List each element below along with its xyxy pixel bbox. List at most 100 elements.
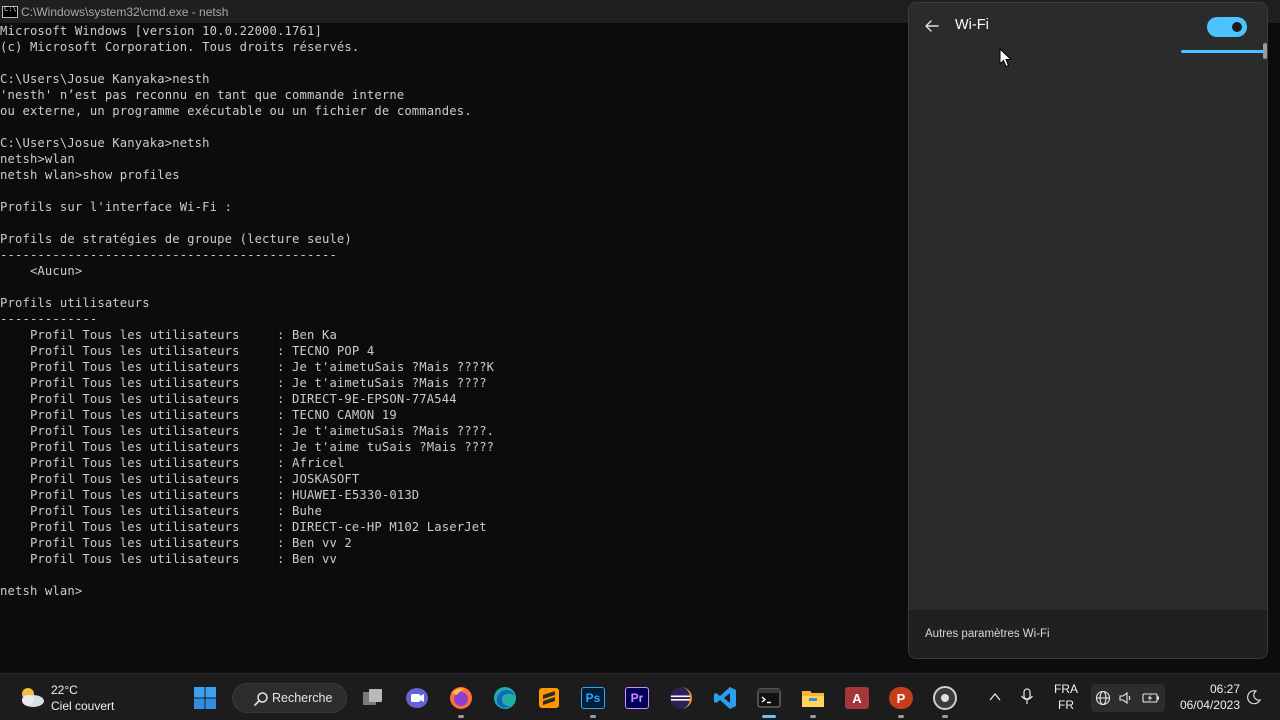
console-line: (c) Microsoft Corporation. Tous droits r… <box>0 40 360 54</box>
console-line: Profil Tous les utilisateurs : JOSKASOFT <box>0 472 360 486</box>
console-line: Profil Tous les utilisateurs : Buhe <box>0 504 322 518</box>
edge-button[interactable] <box>489 682 521 714</box>
wifi-footer: Autres paramètres Wi-Fi <box>909 610 1267 658</box>
focus-moon-icon[interactable] <box>1246 689 1262 705</box>
console-line: ------------- <box>0 312 98 326</box>
taskbar-search-button[interactable]: Recherche <box>232 683 347 713</box>
console-line: Profil Tous les utilisateurs : Africel <box>0 456 345 470</box>
file-explorer-button[interactable] <box>797 682 829 718</box>
clock-date[interactable]: 06/04/2023 <box>1168 698 1240 712</box>
console-prompt[interactable]: netsh wlan> <box>0 583 910 599</box>
console-line: netsh>wlan <box>0 152 75 166</box>
console-line: Profil Tous les utilisateurs : Ben Ka <box>0 328 337 342</box>
scanning-progress-bar <box>1181 50 1267 53</box>
premiere-pro-icon: Pr <box>625 687 649 709</box>
console-line: Profil Tous les utilisateurs : Je t'aime… <box>0 440 495 454</box>
console-line: C:\Users\Josue Kanyaka>nesth <box>0 72 210 86</box>
file-explorer-icon <box>802 691 824 707</box>
running-indicator <box>590 715 596 718</box>
task-view-icon <box>363 689 382 705</box>
toggle-knob <box>1232 22 1242 32</box>
back-arrow-icon[interactable] <box>921 15 943 37</box>
cmd-app-icon <box>2 5 18 18</box>
console-line: C:\Users\Josue Kanyaka>netsh <box>0 136 210 150</box>
input-language[interactable]: FRA <box>1052 682 1080 696</box>
mouse-cursor-icon <box>999 48 1013 68</box>
cloudy-sun-icon <box>22 688 44 707</box>
eclipse-button[interactable] <box>665 682 697 714</box>
console-line: 'nesth' n’est pas reconnu en tant que co… <box>0 88 405 102</box>
volume-icon <box>1119 691 1131 705</box>
console-line: netsh wlan>show profiles <box>0 168 180 182</box>
console-line: ----------------------------------------… <box>0 248 337 262</box>
search-icon <box>254 692 268 706</box>
weather-widget[interactable]: 22°C Ciel couvert <box>16 682 126 714</box>
media-player-icon <box>933 686 957 710</box>
powerpoint-button[interactable]: P <box>885 682 917 718</box>
active-indicator <box>762 715 776 718</box>
sublime-text-icon <box>539 688 559 708</box>
globe-network-icon <box>1095 690 1111 706</box>
console-line: Profil Tous les utilisateurs : TECNO POP… <box>0 344 375 358</box>
running-indicator <box>898 715 904 718</box>
access-button[interactable]: A <box>841 682 873 714</box>
edge-icon <box>494 687 516 709</box>
sublime-text-button[interactable] <box>533 682 565 714</box>
windows-logo-icon <box>194 687 216 709</box>
console-output[interactable]: Microsoft Windows [version 10.0.22000.17… <box>0 23 910 673</box>
microphone-icon[interactable] <box>1019 687 1035 707</box>
search-label: Recherche <box>272 691 333 705</box>
firefox-icon <box>450 687 472 709</box>
vscode-button[interactable] <box>709 682 741 714</box>
console-line: Profil Tous les utilisateurs : Je t'aime… <box>0 424 495 438</box>
terminal-button[interactable] <box>753 682 785 718</box>
console-line: Profils utilisateurs <box>0 296 150 310</box>
console-line: Profil Tous les utilisateurs : Ben vv <box>0 552 337 566</box>
eclipse-icon <box>670 687 692 709</box>
taskbar: 22°C Ciel couvert Recherche Ps Pr A P FR… <box>0 673 1280 720</box>
console-line: Profil Tous les utilisateurs : TECNO CAM… <box>0 408 397 422</box>
console-line: ou externe, un programme exécutable ou u… <box>0 104 472 118</box>
console-line: Profil Tous les utilisateurs : Je t'aime… <box>0 376 487 390</box>
media-player-button[interactable] <box>929 682 961 718</box>
running-indicator <box>942 715 948 718</box>
weather-description: Ciel couvert <box>51 699 115 713</box>
keyboard-layout[interactable]: FR <box>1052 698 1080 712</box>
wifi-toggle[interactable] <box>1207 17 1247 37</box>
terminal-icon <box>757 688 781 708</box>
console-line: Profils sur l'interface Wi-Fi : <box>0 200 233 214</box>
running-indicator <box>810 715 816 718</box>
console-line: Microsoft Windows [version 10.0.22000.17… <box>0 24 322 38</box>
teams-chat-button[interactable] <box>401 682 433 714</box>
more-wifi-settings-link[interactable]: Autres paramètres Wi-Fi <box>925 628 1050 640</box>
photoshop-button[interactable]: Ps <box>577 682 609 718</box>
scrollbar[interactable] <box>1263 43 1267 59</box>
console-line: <Aucun> <box>0 264 83 278</box>
chevron-up-icon[interactable] <box>988 690 1002 704</box>
console-line: Profil Tous les utilisateurs : Je t'aime… <box>0 360 495 374</box>
console-line: Profils de stratégies de groupe (lecture… <box>0 232 352 246</box>
console-line: Profil Tous les utilisateurs : HUAWEI-E5… <box>0 488 420 502</box>
firefox-button[interactable] <box>445 682 477 718</box>
running-indicator <box>458 715 464 718</box>
wifi-flyout-panel: Wi-Fi Autres paramètres Wi-Fi <box>908 2 1268 659</box>
task-view-button[interactable] <box>357 682 389 714</box>
console-line: Profil Tous les utilisateurs : DIRECT-9E… <box>0 392 457 406</box>
vscode-icon <box>714 687 736 709</box>
photoshop-icon: Ps <box>581 687 605 709</box>
start-button[interactable] <box>189 682 221 714</box>
weather-temperature: 22°C <box>51 683 78 697</box>
quick-settings-button[interactable] <box>1091 684 1165 712</box>
premiere-pro-button[interactable]: Pr <box>621 682 653 714</box>
powerpoint-icon: P <box>889 687 913 709</box>
console-line: Profil Tous les utilisateurs : DIRECT-ce… <box>0 520 487 534</box>
window-title: C:\Windows\system32\cmd.exe - netsh <box>21 4 229 19</box>
console-line: Profil Tous les utilisateurs : Ben vv 2 <box>0 536 352 550</box>
clock-time[interactable]: 06:27 <box>1172 682 1240 696</box>
